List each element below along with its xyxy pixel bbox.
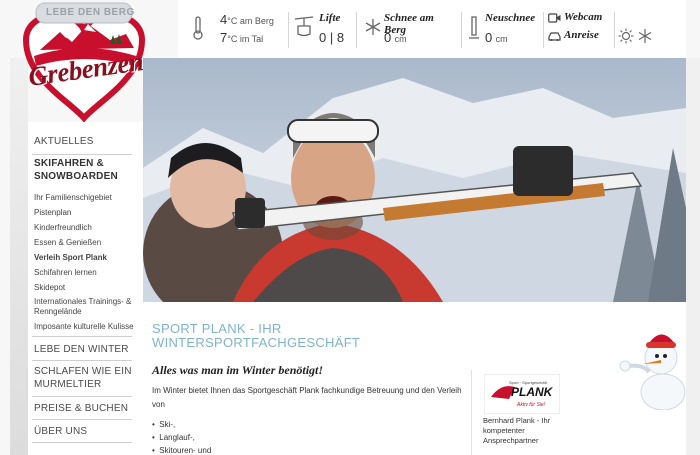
hero-photo-skiers xyxy=(143,58,686,302)
snowflake-icon xyxy=(365,19,381,35)
nav-schlafen-line2[interactable]: MURMELTIER xyxy=(34,379,101,390)
nav-ueber-uns[interactable]: ÜBER UNS xyxy=(34,426,87,437)
sidebar-nav: AKTUELLES SKIFAHREN & SNOWBOARDEN Ihr Fa… xyxy=(28,122,143,455)
directions-link[interactable]: Anreise xyxy=(548,29,612,44)
weather-bar: 4°C am Berg 7°C im Tal Lifte 0 | 8 Schne… xyxy=(178,0,686,58)
nav-schlafen-line1[interactable]: SCHLAFEN WIE EIN xyxy=(34,366,132,377)
list-item: • Langlauf-, xyxy=(152,433,195,442)
list-item: • Skitouren- und xyxy=(152,446,212,455)
nav-sub-kulisse[interactable]: Imposante kulturelle Kulisse xyxy=(34,322,134,332)
temperature-widget[interactable]: 4°C am Berg 7°C im Tal xyxy=(188,10,288,50)
webcam-link[interactable]: Webcam xyxy=(548,11,612,26)
separator xyxy=(356,12,357,48)
grebenzen-logo[interactable]: LEBE DEN BERG Grebenzen xyxy=(14,0,154,123)
links-widget: Webcam Anreise xyxy=(548,10,612,50)
nav-sub-skidepot[interactable]: Skidepot xyxy=(34,283,65,293)
nav-divider xyxy=(32,419,132,420)
nav-lebe-den-winter[interactable]: LEBE DEN WINTER xyxy=(34,344,129,355)
snowflake-small-icon[interactable] xyxy=(637,28,653,44)
list-item: • Ski-, xyxy=(152,420,176,429)
snowman-mascot-icon xyxy=(619,334,686,410)
contact-card: Sport · Sportgeschäft PLANK Aktiv für Si… xyxy=(471,370,563,455)
temp-mountain: 4°C am Berg xyxy=(220,12,274,27)
nav-skifahren-line1[interactable]: SKIFAHREN & xyxy=(34,158,104,169)
nav-divider xyxy=(32,154,132,155)
new-snow-label: Neuschnee xyxy=(485,12,536,24)
new-snow-widget[interactable]: Neuschnee 0 cm xyxy=(467,10,542,50)
directions-label: Anreise xyxy=(564,29,599,41)
main-content: SPORT PLANK - IHR WINTERSPORTFACHGESCHÄF… xyxy=(143,302,686,455)
nav-sub-pistenplan[interactable]: Pistenplan xyxy=(34,208,71,218)
logo-tagline: LEBE DEN BERG xyxy=(46,7,135,18)
ski-lift-icon xyxy=(294,16,314,37)
separator xyxy=(461,12,462,48)
nav-aktuelles[interactable]: AKTUELLES xyxy=(34,136,94,147)
separator xyxy=(288,12,289,48)
page-title-line2: WINTERSPORTFACHGESCHÄFT xyxy=(152,335,361,350)
nav-sub-familienschigebiet[interactable]: Ihr Familienschigebiet xyxy=(34,193,112,203)
intro-paragraph: Im Winter bietet Ihnen das Sportgeschäft… xyxy=(152,386,462,409)
nav-divider xyxy=(32,396,132,397)
nav-divider xyxy=(32,360,132,361)
new-snow-value: 0 cm xyxy=(485,30,508,45)
sun-icon[interactable] xyxy=(618,28,634,44)
nav-sub-trainings-line1[interactable]: Internationales Trainings- & xyxy=(34,297,131,307)
nav-divider xyxy=(32,336,132,337)
nav-sub-trainings-line2[interactable]: Renngelände xyxy=(34,307,82,317)
lifts-label: Lifte xyxy=(319,12,341,24)
nav-skifahren-line2[interactable]: SNOWBOARDEN xyxy=(34,171,118,182)
nav-sub-verleih-active[interactable]: Verleih Sport Plank xyxy=(34,253,107,263)
page-title: SPORT PLANK - IHR WINTERSPORTFACHGESCHÄF… xyxy=(152,322,452,350)
nav-sub-essen[interactable]: Essen & Genießen xyxy=(34,238,101,248)
lifts-value: 0 | 8 xyxy=(319,30,345,45)
separator xyxy=(614,12,615,48)
page-subtitle: Alles was man im Winter benötigt! xyxy=(152,363,324,377)
lifts-widget[interactable]: Lifte 0 | 8 xyxy=(292,10,352,50)
page-title-line1: SPORT PLANK - IHR xyxy=(152,321,282,336)
plank-logo-slogan: Aktiv für Sie! xyxy=(517,402,546,408)
car-icon xyxy=(548,32,561,41)
webcam-icon xyxy=(548,13,561,23)
snow-mountain-widget[interactable]: Schnee am Berg 0 cm xyxy=(362,10,457,50)
contact-text: Bernhard Plank - Ihr kompetenter Ansprec… xyxy=(483,416,551,445)
nav-preise[interactable]: PREISE & BUCHEN xyxy=(34,403,128,414)
thermometer-icon xyxy=(193,16,203,40)
nav-sub-kinderfreundlich[interactable]: Kinderfreundlich xyxy=(34,223,92,233)
nav-divider xyxy=(32,442,132,443)
webcam-label: Webcam xyxy=(564,11,603,23)
temp-valley: 7°C im Tal xyxy=(220,30,264,45)
nav-sub-schifahren-lernen[interactable]: Schifahren lernen xyxy=(34,268,97,278)
snow-mountain-value: 0 cm xyxy=(384,30,407,45)
new-snow-gauge-icon xyxy=(469,16,479,39)
plank-logo-text: PLANK xyxy=(511,385,553,399)
plank-logo[interactable]: Sport · Sportgeschäft PLANK Aktiv für Si… xyxy=(484,374,560,414)
hero-image xyxy=(143,58,686,302)
separator xyxy=(543,12,544,48)
